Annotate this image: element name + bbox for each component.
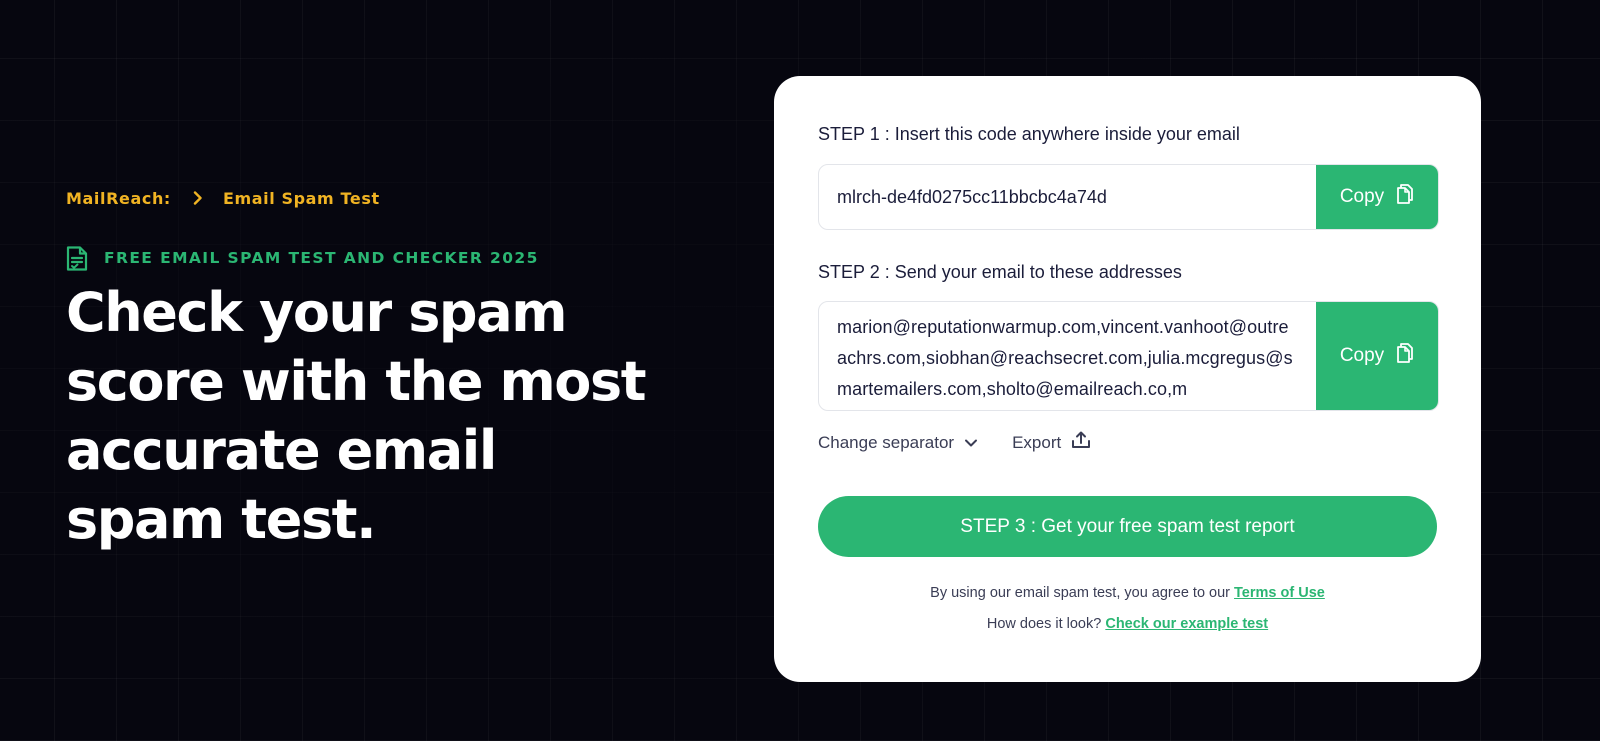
breadcrumb-current: Email Spam Test [222, 188, 380, 208]
copy-code-button[interactable]: Copy [1316, 165, 1438, 229]
breadcrumb-home-link[interactable]: MailReach: [66, 189, 171, 208]
code-input[interactable] [819, 165, 1316, 229]
copy-addresses-button[interactable]: Copy [1316, 302, 1438, 410]
copy-code-label: Copy [1339, 186, 1385, 207]
document-check-icon [66, 245, 88, 272]
addresses-textarea[interactable]: marion@reputationwarmup.com,vincent.vanh… [819, 302, 1316, 410]
export-button[interactable]: Export [1012, 431, 1091, 454]
example-test-link[interactable]: Check our example test [1105, 616, 1268, 632]
hero-section: MailReach: Email Spam Test FREE EMAIL SP… [66, 186, 686, 554]
terms-text: By using our email spam test, you agree … [930, 585, 1235, 601]
page-title: Check your spam score with the most accu… [66, 281, 647, 551]
terms-of-use-link[interactable]: Terms of Use [1234, 585, 1325, 601]
copy-addresses-label: Copy [1339, 345, 1385, 366]
example-notice: How does it look? Check our example test [774, 616, 1481, 632]
address-tools: Change separator Export [818, 431, 1091, 454]
eyebrow-text: FREE EMAIL SPAM TEST AND CHECKER 2025 [104, 249, 539, 267]
eyebrow: FREE EMAIL SPAM TEST AND CHECKER 2025 [66, 244, 686, 272]
step2-addresses-field: marion@reputationwarmup.com,vincent.vanh… [818, 301, 1439, 411]
copy-icon [1396, 342, 1414, 370]
change-separator-label: Change separator [818, 432, 955, 452]
change-separator-dropdown[interactable]: Change separator [818, 433, 978, 453]
terms-notice: By using our email spam test, you agree … [774, 585, 1481, 601]
spam-test-card: STEP 1 : Insert this code anywhere insid… [774, 76, 1481, 682]
chevron-down-icon [964, 433, 978, 453]
breadcrumb: MailReach: Email Spam Test [66, 186, 686, 210]
upload-icon [1071, 431, 1091, 454]
get-report-button[interactable]: STEP 3 : Get your free spam test report [818, 496, 1437, 557]
step2-label: STEP 2 : Send your email to these addres… [818, 262, 1182, 282]
example-text: How does it look? [986, 616, 1106, 632]
copy-icon [1396, 183, 1414, 211]
chevron-right-icon [193, 191, 203, 205]
step1-label: STEP 1 : Insert this code anywhere insid… [818, 124, 1240, 144]
step1-code-field: Copy [818, 164, 1439, 230]
export-label: Export [1012, 432, 1062, 452]
